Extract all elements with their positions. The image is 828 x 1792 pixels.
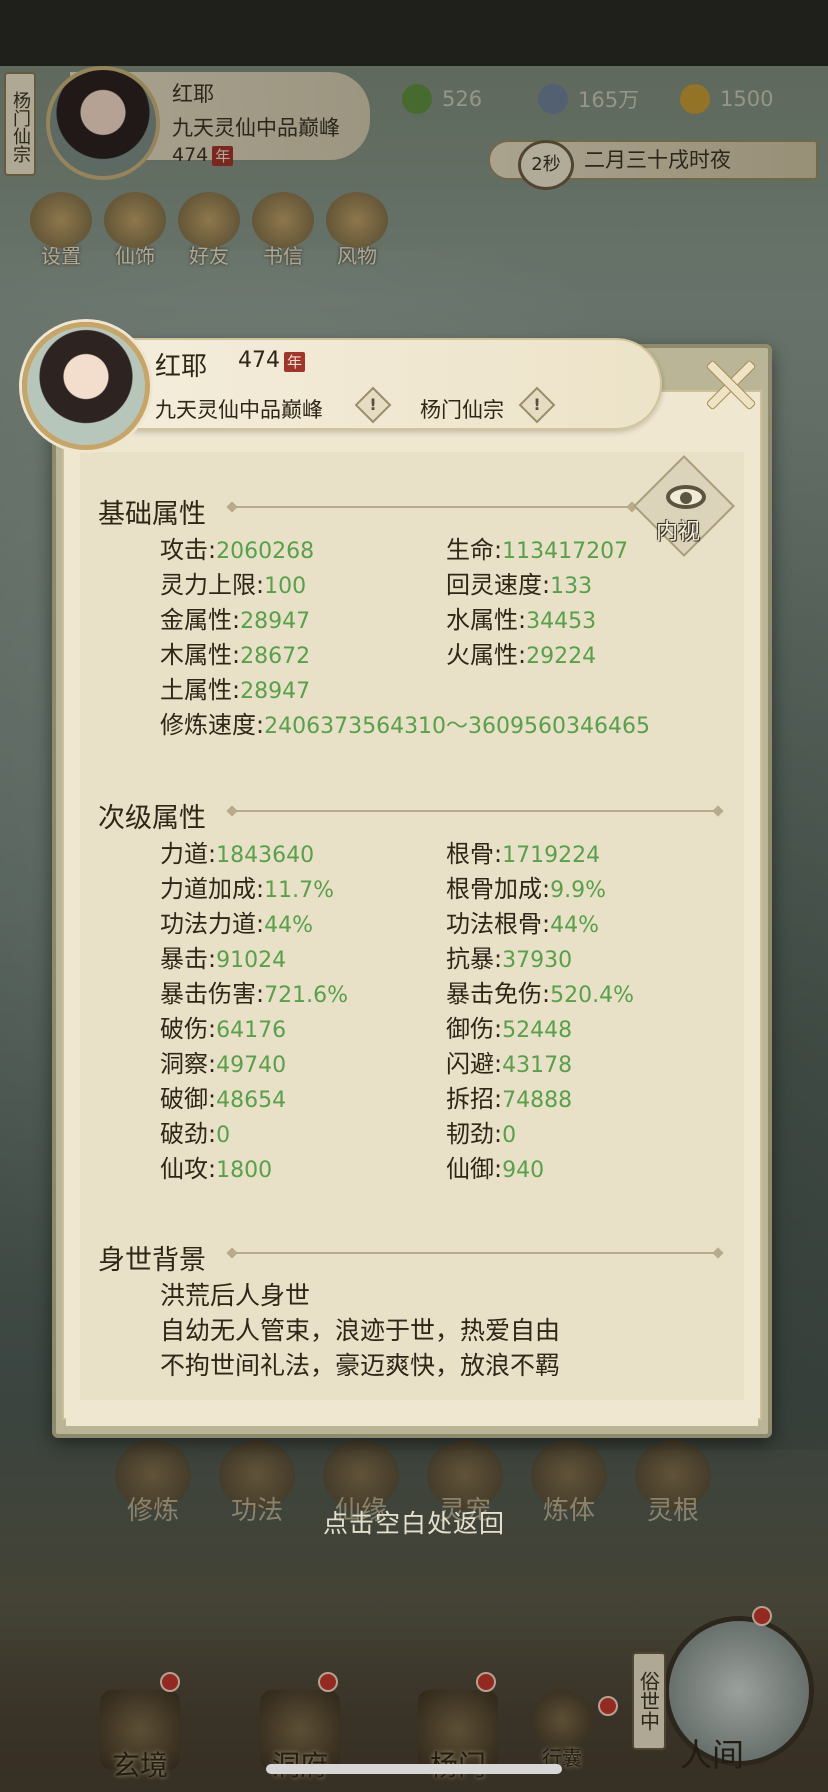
- character-age: 474 年: [238, 348, 306, 373]
- stat-insight: 洞察:49740: [160, 1050, 287, 1078]
- inner-view-label: 内视: [656, 520, 701, 545]
- stat-constitution-bonus: 根骨加成:9.9%: [446, 875, 606, 903]
- character-name: 红耶: [155, 352, 208, 382]
- stat-crit-resist: 抗暴:37930: [446, 945, 573, 973]
- stat-cultivation-speed: 修炼速度:2406373564310～3609560346465: [160, 711, 651, 739]
- stat-strength-bonus: 力道加成:11.7%: [160, 875, 334, 903]
- background-line: 洪荒后人身世: [160, 1281, 311, 1310]
- stat-break-defense: 破御:48654: [160, 1085, 287, 1113]
- section-divider: [232, 506, 632, 508]
- stat-earth: 土属性:28947: [160, 676, 311, 704]
- stat-break-force: 破劲:0: [160, 1120, 231, 1148]
- background-title: 身世背景: [98, 1245, 206, 1276]
- stat-damage-resist: 御伤:52448: [446, 1015, 573, 1043]
- stat-water: 水属性:34453: [446, 606, 597, 634]
- scroll-fade: [80, 1378, 744, 1400]
- character-rank: 九天灵仙中品巅峰: [155, 398, 323, 422]
- stat-crit-damage: 暴击伤害:721.6%: [160, 980, 348, 1008]
- stat-immortal-defense: 仙御:940: [446, 1155, 545, 1183]
- stat-parry: 拆招:74888: [446, 1085, 573, 1113]
- stat-pierce: 破伤:64176: [160, 1015, 287, 1043]
- stat-wood: 木属性:28672: [160, 641, 311, 669]
- stat-constitution: 根骨:1719224: [446, 840, 601, 868]
- background-line: 不拘世间礼法，豪迈爽快，放浪不羁: [160, 1351, 561, 1380]
- panel-bottom-edge: [66, 1400, 758, 1426]
- eye-icon: [666, 485, 706, 509]
- stat-technique-constitution: 功法根骨:44%: [446, 910, 599, 938]
- stat-fire: 火属性:29224: [446, 641, 597, 669]
- stat-mana-regen: 回灵速度:133: [446, 571, 593, 599]
- stat-attack: 攻击:2060268: [160, 536, 315, 564]
- section-divider: [232, 1252, 718, 1254]
- year-stamp: 年: [284, 352, 306, 372]
- background-line: 自幼无人管束，浪迹于世，热爱自由: [160, 1316, 561, 1345]
- basic-attributes-title: 基础属性: [98, 499, 206, 530]
- character-sect: 杨门仙宗: [420, 398, 504, 422]
- character-avatar: [22, 322, 150, 450]
- stat-mana-cap: 灵力上限:100: [160, 571, 307, 599]
- stat-crit-damage-reduction: 暴击免伤:520.4%: [446, 980, 634, 1008]
- close-icon[interactable]: [704, 358, 756, 410]
- home-indicator[interactable]: [266, 1764, 562, 1774]
- stat-technique-strength: 功法力道:44%: [160, 910, 313, 938]
- stat-hp: 生命:113417207: [446, 536, 629, 564]
- section-divider: [232, 810, 718, 812]
- stat-metal: 金属性:28947: [160, 606, 311, 634]
- stat-dodge: 闪避:43178: [446, 1050, 573, 1078]
- stat-toughness: 韧劲:0: [446, 1120, 517, 1148]
- stat-immortal-attack: 仙攻:1800: [160, 1155, 273, 1183]
- stat-strength: 力道:1843640: [160, 840, 315, 868]
- secondary-attributes-title: 次级属性: [98, 803, 206, 834]
- stat-crit: 暴击:91024: [160, 945, 287, 973]
- tap-to-return-hint[interactable]: 点击空白处返回: [0, 1504, 828, 1540]
